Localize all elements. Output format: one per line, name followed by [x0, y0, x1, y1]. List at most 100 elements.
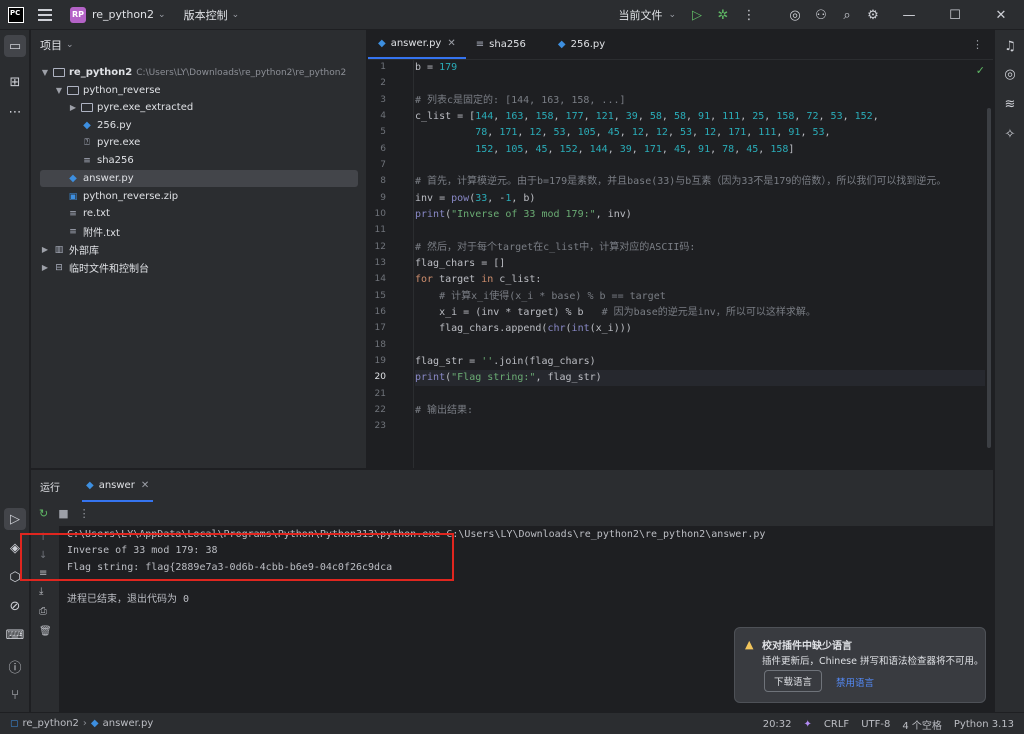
run-tool-icon[interactable]: ▷ — [4, 508, 26, 530]
rerun-icon[interactable]: ↻ — [39, 507, 48, 520]
python-file-icon: ◆ — [378, 38, 386, 49]
more-actions-icon[interactable]: ⋮ — [79, 507, 90, 520]
close-button[interactable]: ✕ — [978, 0, 1024, 30]
warning-icon: ▲ — [745, 638, 754, 651]
scroll-to-end-icon[interactable]: ⤓ — [39, 586, 43, 597]
line-number: 15 — [374, 291, 386, 301]
terminal-icon[interactable]: ⌨ — [4, 624, 26, 646]
tab-sha256[interactable]: ≡ sha256 — [466, 30, 536, 59]
run-config-selector[interactable]: 当前文件 — [618, 7, 662, 23]
run-icon[interactable]: ▷ — [684, 0, 710, 30]
project-badge[interactable]: RP — [70, 6, 86, 23]
close-icon[interactable]: ✕ — [447, 38, 455, 49]
add-user-icon[interactable]: ⚇ — [808, 0, 834, 30]
tree-item-label: python_reverse — [83, 85, 161, 96]
tree-item-scratches[interactable]: ▶ ⊟ 临时文件和控制台 — [40, 259, 358, 276]
text-file-icon: ≡ — [83, 155, 91, 166]
chevron-down-icon[interactable]: ▼ — [54, 86, 64, 95]
tab-256-py[interactable]: ◆ 256.py — [548, 30, 615, 59]
tree-item-label: re_python2 — [69, 67, 133, 78]
vcs-menu[interactable]: 版本控制 — [184, 7, 228, 23]
print-icon[interactable]: ⎙ — [39, 606, 47, 617]
tree-item-label: sha256 — [97, 155, 134, 166]
folder-icon — [67, 86, 79, 95]
ai-assistant-icon[interactable]: ◎ — [782, 0, 808, 30]
chevron-down-icon[interactable]: ⌄ — [158, 10, 166, 20]
project-panel-title: 项目 — [40, 39, 62, 52]
tree-item-python-reverse[interactable]: ▼ python_reverse — [40, 82, 358, 99]
database-icon[interactable]: ≋ — [999, 93, 1021, 115]
chevron-down-icon[interactable]: ⌄ — [668, 10, 676, 20]
project-name[interactable]: re_python2 — [92, 8, 154, 21]
debug-tool-icon[interactable]: ⊘ — [4, 595, 26, 617]
project-folder-icon[interactable]: ▭ — [4, 35, 26, 57]
chevron-right-icon[interactable]: ▶ — [68, 103, 78, 112]
editor-scrollbar[interactable] — [987, 108, 991, 448]
project-panel-header[interactable]: 项目 ⌄ — [31, 30, 366, 60]
file-encoding[interactable]: UTF-8 — [861, 719, 890, 730]
line-number: 19 — [374, 356, 386, 366]
line-separator[interactable]: CRLF — [824, 719, 849, 730]
tree-item-sha256[interactable]: ≡ sha256 — [40, 152, 358, 169]
tree-item-label: answer.py — [83, 173, 134, 184]
breadcrumb-project[interactable]: re_python2 — [23, 718, 79, 729]
stop-icon[interactable]: ■ — [58, 507, 68, 520]
code-line: # 计算x_i使得(x_i * base) % b == target — [439, 291, 666, 302]
notification-popup: ▲ 校对插件中缺少语言 插件更新后，Chinese 拼写和语法检查器将不可用。 … — [734, 627, 986, 703]
minimize-button[interactable]: — — [886, 0, 932, 30]
code-line: # 然后，对于每个target在c_list中，计算对应的ASCII码: — [415, 242, 696, 253]
tree-item-pyre-extracted[interactable]: ▶ pyre.exe_extracted — [40, 99, 358, 116]
title-bar: PC RP re_python2 ⌄ 版本控制 ⌄ 当前文件 ⌄ ▷ ✲ ⋮ ◎… — [0, 0, 1024, 30]
plugin-icon[interactable]: ✧ — [999, 123, 1021, 145]
disable-language-link[interactable]: 禁用语言 — [836, 675, 874, 689]
python-interpreter[interactable]: Python 3.13 — [954, 719, 1014, 730]
caret-position[interactable]: 20:32 — [763, 719, 792, 730]
tree-item-attachment-txt[interactable]: ≡ 附件.txt — [40, 223, 358, 240]
indent-setting[interactable]: 4 个空格 — [902, 717, 942, 732]
tree-item-pyre-exe[interactable]: ⍰ pyre.exe — [40, 134, 358, 151]
code-line: # 列表c是固定的: [144, 163, 158, ...] — [415, 95, 626, 106]
ai-chat-icon[interactable]: ◎ — [999, 63, 1021, 85]
more-actions-icon[interactable]: ⋮ — [736, 0, 762, 30]
chevron-down-icon[interactable]: ⌄ — [66, 40, 74, 50]
git-icon[interactable]: ⑂ — [4, 684, 26, 706]
ai-status-icon[interactable]: ✦ — [804, 719, 812, 730]
tab-label: sha256 — [489, 39, 526, 50]
line-number: 20 — [374, 372, 386, 382]
chevron-right-icon[interactable]: ▶ — [40, 263, 50, 272]
debug-icon[interactable]: ✲ — [710, 0, 736, 30]
archive-file-icon: ▣ — [68, 191, 78, 202]
trash-icon[interactable]: 🗑 — [39, 626, 52, 637]
chevron-down-icon[interactable]: ▼ — [40, 68, 50, 77]
tree-item-external-libs[interactable]: ▶ ▥ 外部库 — [40, 241, 358, 258]
tree-item-256-py[interactable]: ◆ 256.py — [40, 117, 358, 134]
notifications-icon[interactable]: ♫ — [999, 35, 1021, 57]
run-tab-answer[interactable]: ◆ answer ✕ — [82, 470, 154, 502]
code-line: flag_str = ''.join(flag_chars) — [415, 356, 596, 367]
more-tools-icon[interactable]: ⋯ — [4, 101, 26, 123]
tab-answer-py[interactable]: ◆ answer.py ✕ — [368, 30, 466, 59]
more-tabs-icon[interactable]: ⋮ — [972, 38, 983, 51]
structure-icon[interactable]: ⊞ — [4, 71, 26, 93]
close-icon[interactable]: ✕ — [141, 480, 149, 491]
inspection-ok-icon[interactable]: ✓ — [976, 64, 985, 77]
tree-item-re-txt[interactable]: ≡ re.txt — [40, 205, 358, 222]
run-tab-label: answer — [98, 479, 135, 491]
maximize-button[interactable]: ☐ — [932, 0, 978, 30]
gear-icon[interactable]: ⚙ — [860, 0, 886, 30]
tab-label: 256.py — [570, 39, 606, 50]
chevron-down-icon[interactable]: ⌄ — [232, 10, 240, 20]
problems-icon[interactable]: ⓘ — [4, 655, 26, 677]
chevron-right-icon[interactable]: ▶ — [40, 245, 50, 254]
line-number: 13 — [374, 258, 386, 268]
breadcrumb-file[interactable]: answer.py — [103, 718, 154, 729]
search-icon[interactable]: ⌕ — [834, 0, 860, 30]
download-language-button[interactable]: 下载语言 — [764, 670, 823, 692]
main-menu-icon[interactable] — [38, 8, 52, 21]
editor-tabs: ◆ answer.py ✕ ≡ sha256 ◆ 256.py ⋮ — [368, 30, 993, 60]
folder-icon — [81, 103, 93, 112]
tree-item-answer-py[interactable]: ◆ answer.py — [40, 170, 358, 187]
tree-item-python-reverse-zip[interactable]: ▣ python_reverse.zip — [40, 188, 358, 205]
code-area[interactable]: 1 2 3 4 5 6 7 8 9 10 11 12 13 14 15 16 1… — [368, 60, 993, 468]
tree-item-root[interactable]: ▼ re_python2 C:\Users\LY\Downloads\re_py… — [40, 64, 358, 81]
